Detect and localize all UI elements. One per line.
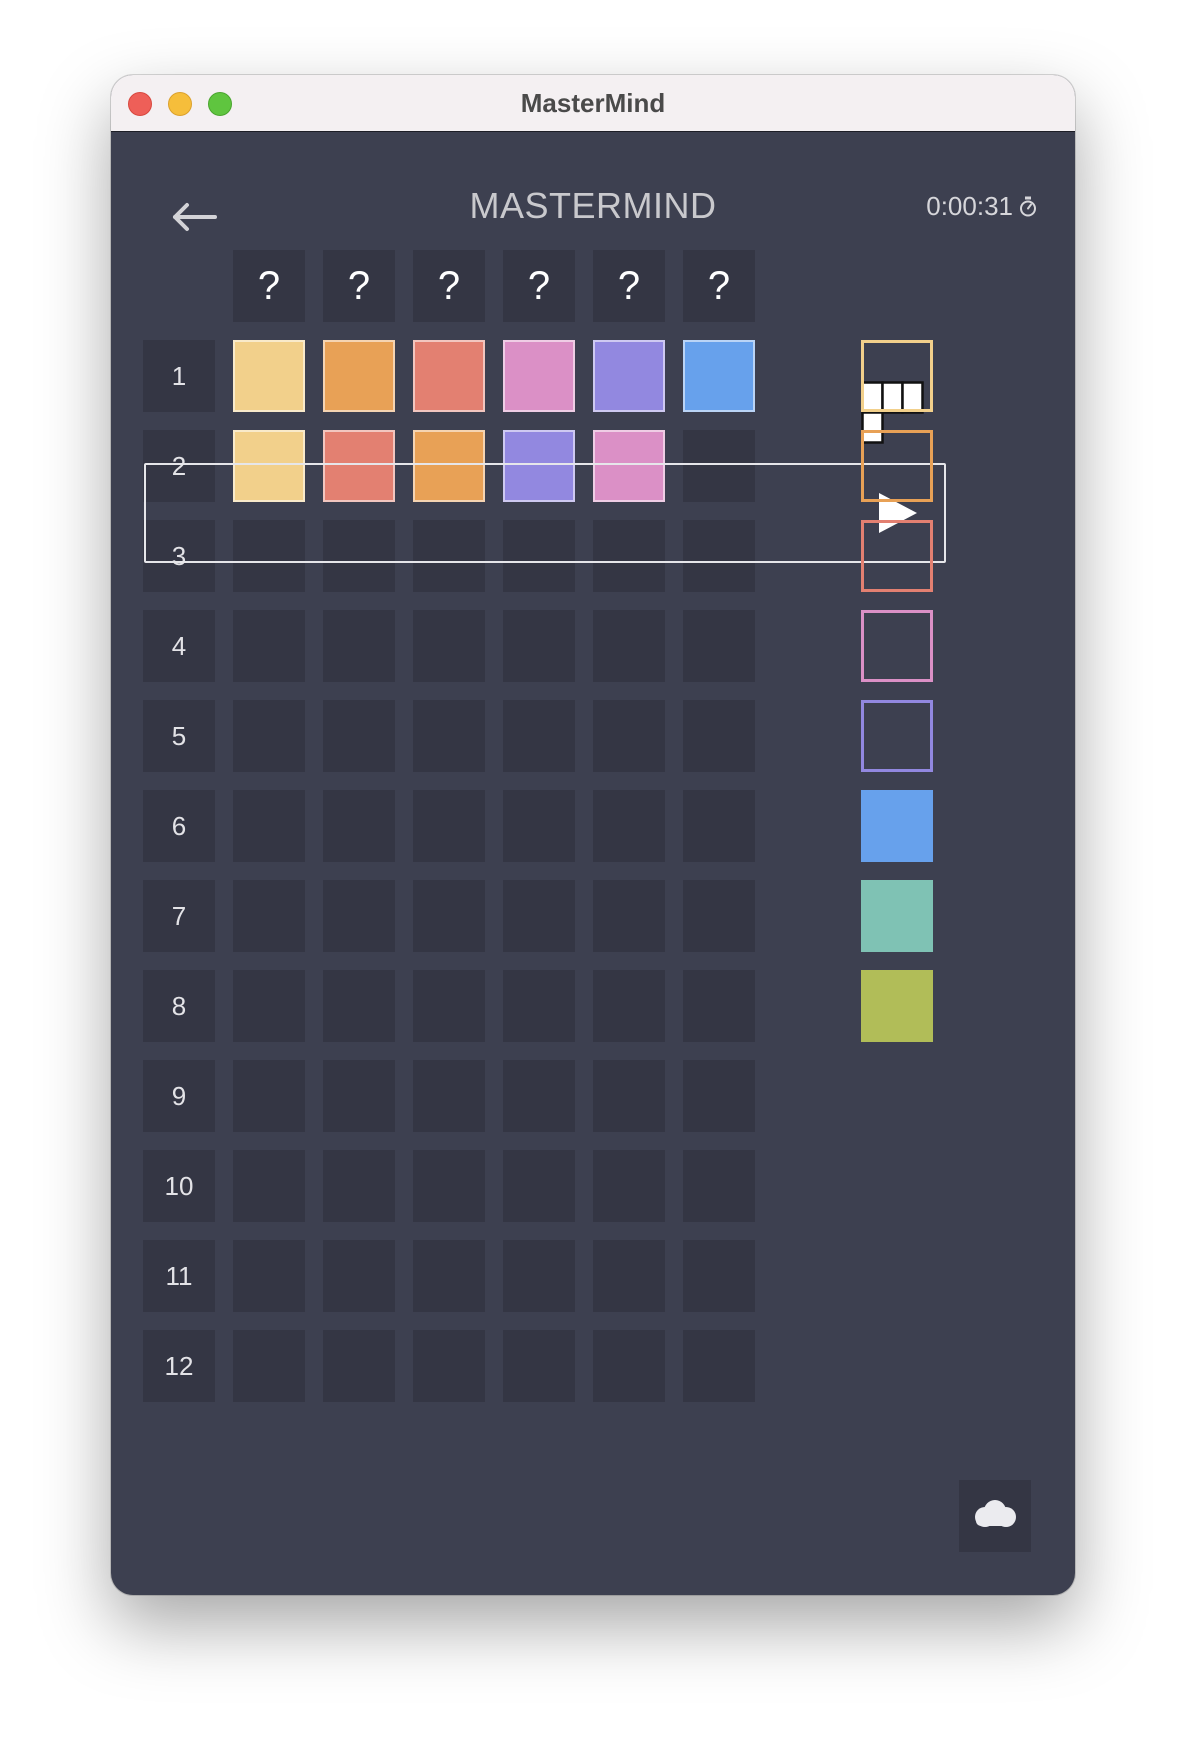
guess-peg-salmon <box>413 340 485 412</box>
row-number: 9 <box>143 1060 215 1132</box>
empty-peg-slot <box>683 1330 755 1402</box>
empty-peg-slot <box>233 700 305 772</box>
empty-peg-slot <box>323 1330 395 1402</box>
empty-peg-slot <box>503 1240 575 1312</box>
empty-peg-slot <box>593 1240 665 1312</box>
window-title: MasterMind <box>520 88 666 118</box>
empty-peg-slot <box>503 970 575 1042</box>
row-number: 1 <box>143 340 215 412</box>
empty-peg-slot <box>503 610 575 682</box>
palette-color-yellow[interactable] <box>861 340 933 412</box>
palette-color-orange[interactable] <box>861 430 933 502</box>
empty-peg-slot <box>233 970 305 1042</box>
timer-value: 0:00:31 <box>926 191 1013 221</box>
row-number: 6 <box>143 790 215 862</box>
stopwatch-icon <box>1020 196 1036 216</box>
empty-peg-slot <box>323 1060 395 1132</box>
empty-peg-slot <box>323 700 395 772</box>
empty-peg-slot <box>413 610 485 682</box>
empty-peg-slot <box>323 610 395 682</box>
empty-peg-slot <box>233 880 305 952</box>
empty-peg-slot <box>413 790 485 862</box>
empty-peg-slot <box>593 880 665 952</box>
guess-peg-pink <box>503 340 575 412</box>
empty-peg-slot <box>323 970 395 1042</box>
empty-peg-slot <box>593 1150 665 1222</box>
empty-peg-slot <box>593 1060 665 1132</box>
cloud-icon <box>975 1500 1016 1527</box>
empty-peg-slot <box>683 700 755 772</box>
empty-peg-slot <box>233 610 305 682</box>
row-number: 11 <box>143 1240 215 1312</box>
empty-peg-slot <box>323 1240 395 1312</box>
empty-peg-slot <box>683 610 755 682</box>
cloud-button[interactable] <box>959 1480 1031 1552</box>
row-number: 4 <box>143 610 215 682</box>
empty-peg-slot <box>593 970 665 1042</box>
empty-peg-slot <box>503 1060 575 1132</box>
guess-peg-yellow <box>233 340 305 412</box>
empty-peg-slot <box>503 1150 575 1222</box>
empty-peg-slot <box>413 970 485 1042</box>
empty-peg-slot <box>233 1330 305 1402</box>
empty-peg-slot <box>413 880 485 952</box>
secret-peg: ? <box>593 250 665 322</box>
empty-peg-slot <box>413 700 485 772</box>
empty-peg-slot <box>503 1330 575 1402</box>
empty-peg-slot <box>503 790 575 862</box>
secret-peg: ? <box>683 250 755 322</box>
game-timer: 0:00:31 <box>926 191 1037 222</box>
empty-peg-slot <box>233 1060 305 1132</box>
empty-peg-slot <box>233 790 305 862</box>
secret-peg: ? <box>503 250 575 322</box>
app-window: MasterMind MASTERMIND 0:00:31 ?????? 1 2 3 4… <box>111 75 1075 1595</box>
row-number: 7 <box>143 880 215 952</box>
row-number: 12 <box>143 1330 215 1402</box>
palette-color-blue[interactable] <box>861 790 933 862</box>
palette-color-teal[interactable] <box>861 880 933 952</box>
guess-peg-blue <box>683 340 755 412</box>
empty-peg-slot <box>233 1150 305 1222</box>
empty-peg-slot <box>323 790 395 862</box>
secret-peg: ? <box>323 250 395 322</box>
row-number: 8 <box>143 970 215 1042</box>
empty-peg-slot <box>413 1240 485 1312</box>
current-row-highlight <box>144 463 946 563</box>
empty-peg-slot <box>683 1240 755 1312</box>
empty-peg-slot <box>683 790 755 862</box>
palette-color-purple[interactable] <box>861 700 933 772</box>
empty-peg-slot <box>323 1150 395 1222</box>
palette-color-olive[interactable] <box>861 970 933 1042</box>
empty-peg-slot <box>593 700 665 772</box>
secret-peg: ? <box>233 250 305 322</box>
empty-peg-slot <box>503 700 575 772</box>
empty-peg-slot <box>233 1240 305 1312</box>
empty-peg-slot <box>593 1330 665 1402</box>
empty-peg-slot <box>683 970 755 1042</box>
empty-peg-slot <box>323 880 395 952</box>
secret-peg: ? <box>413 250 485 322</box>
empty-peg-slot <box>413 1060 485 1132</box>
row-number: 5 <box>143 700 215 772</box>
empty-peg-slot <box>503 880 575 952</box>
title-bar: MasterMind <box>111 75 1075 132</box>
row-number: 10 <box>143 1150 215 1222</box>
palette-color-salmon[interactable] <box>861 520 933 592</box>
empty-peg-slot <box>683 1060 755 1132</box>
empty-peg-slot <box>683 880 755 952</box>
guess-peg-orange <box>323 340 395 412</box>
empty-peg-slot <box>683 1150 755 1222</box>
empty-peg-slot <box>593 610 665 682</box>
empty-peg-slot <box>413 1150 485 1222</box>
empty-peg-slot <box>593 790 665 862</box>
guess-peg-purple <box>593 340 665 412</box>
empty-peg-slot <box>413 1330 485 1402</box>
palette-color-pink[interactable] <box>861 610 933 682</box>
